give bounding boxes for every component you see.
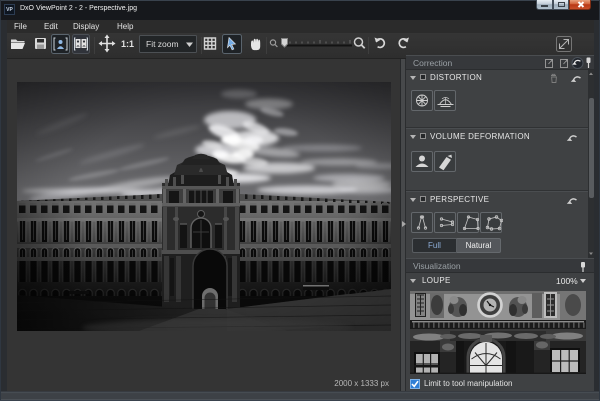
- svg-text:1:1: 1:1: [121, 39, 134, 49]
- svg-text:Fit zoom: Fit zoom: [146, 39, 179, 49]
